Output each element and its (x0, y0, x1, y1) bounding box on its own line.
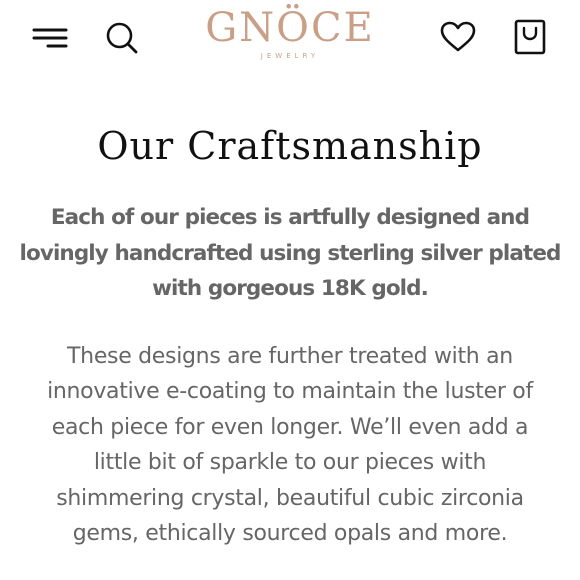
menu-icon (32, 28, 68, 48)
lead-paragraph: Each of our pieces is artfully designed … (0, 200, 580, 307)
shopping-bag-icon (514, 19, 546, 55)
heart-icon (440, 21, 476, 52)
logo-wordmark: GNÖCE (205, 5, 375, 51)
logo-tagline: JEWELRY (260, 52, 320, 60)
lead-line: lovingly handcrafted using sterling silv… (19, 240, 561, 266)
search-icon (106, 22, 138, 54)
body-line: little bit of sparkle to our pieces with (93, 450, 487, 475)
body-line: each piece for even longer. We’ll even a… (51, 414, 529, 440)
body-line: gems, ethically sourced opals and more. (72, 521, 508, 546)
body-line: innovative e-coating to maintain the lus… (47, 379, 533, 404)
cart-button[interactable] (508, 14, 552, 60)
site-header: GNÖCE JEWELRY (0, 0, 580, 75)
craftsmanship-section: Our Craftsmanship Each of our pieces is … (0, 123, 580, 552)
wishlist-button[interactable] (434, 16, 482, 58)
page-title: Our Craftsmanship (97, 124, 483, 168)
body-paragraph: These designs are further treated with a… (0, 339, 580, 552)
menu-button[interactable] (28, 20, 72, 56)
lead-line: Each of our pieces is artfully designed … (50, 205, 530, 230)
search-button[interactable] (100, 17, 144, 59)
brand-logo[interactable]: GNÖCE JEWELRY (170, 6, 410, 68)
body-line: shimmering crystal, beautiful cubic zirc… (56, 485, 524, 511)
lead-line: with gorgeous 18K gold. (152, 276, 429, 301)
body-line: These designs are further treated with a… (67, 343, 513, 369)
